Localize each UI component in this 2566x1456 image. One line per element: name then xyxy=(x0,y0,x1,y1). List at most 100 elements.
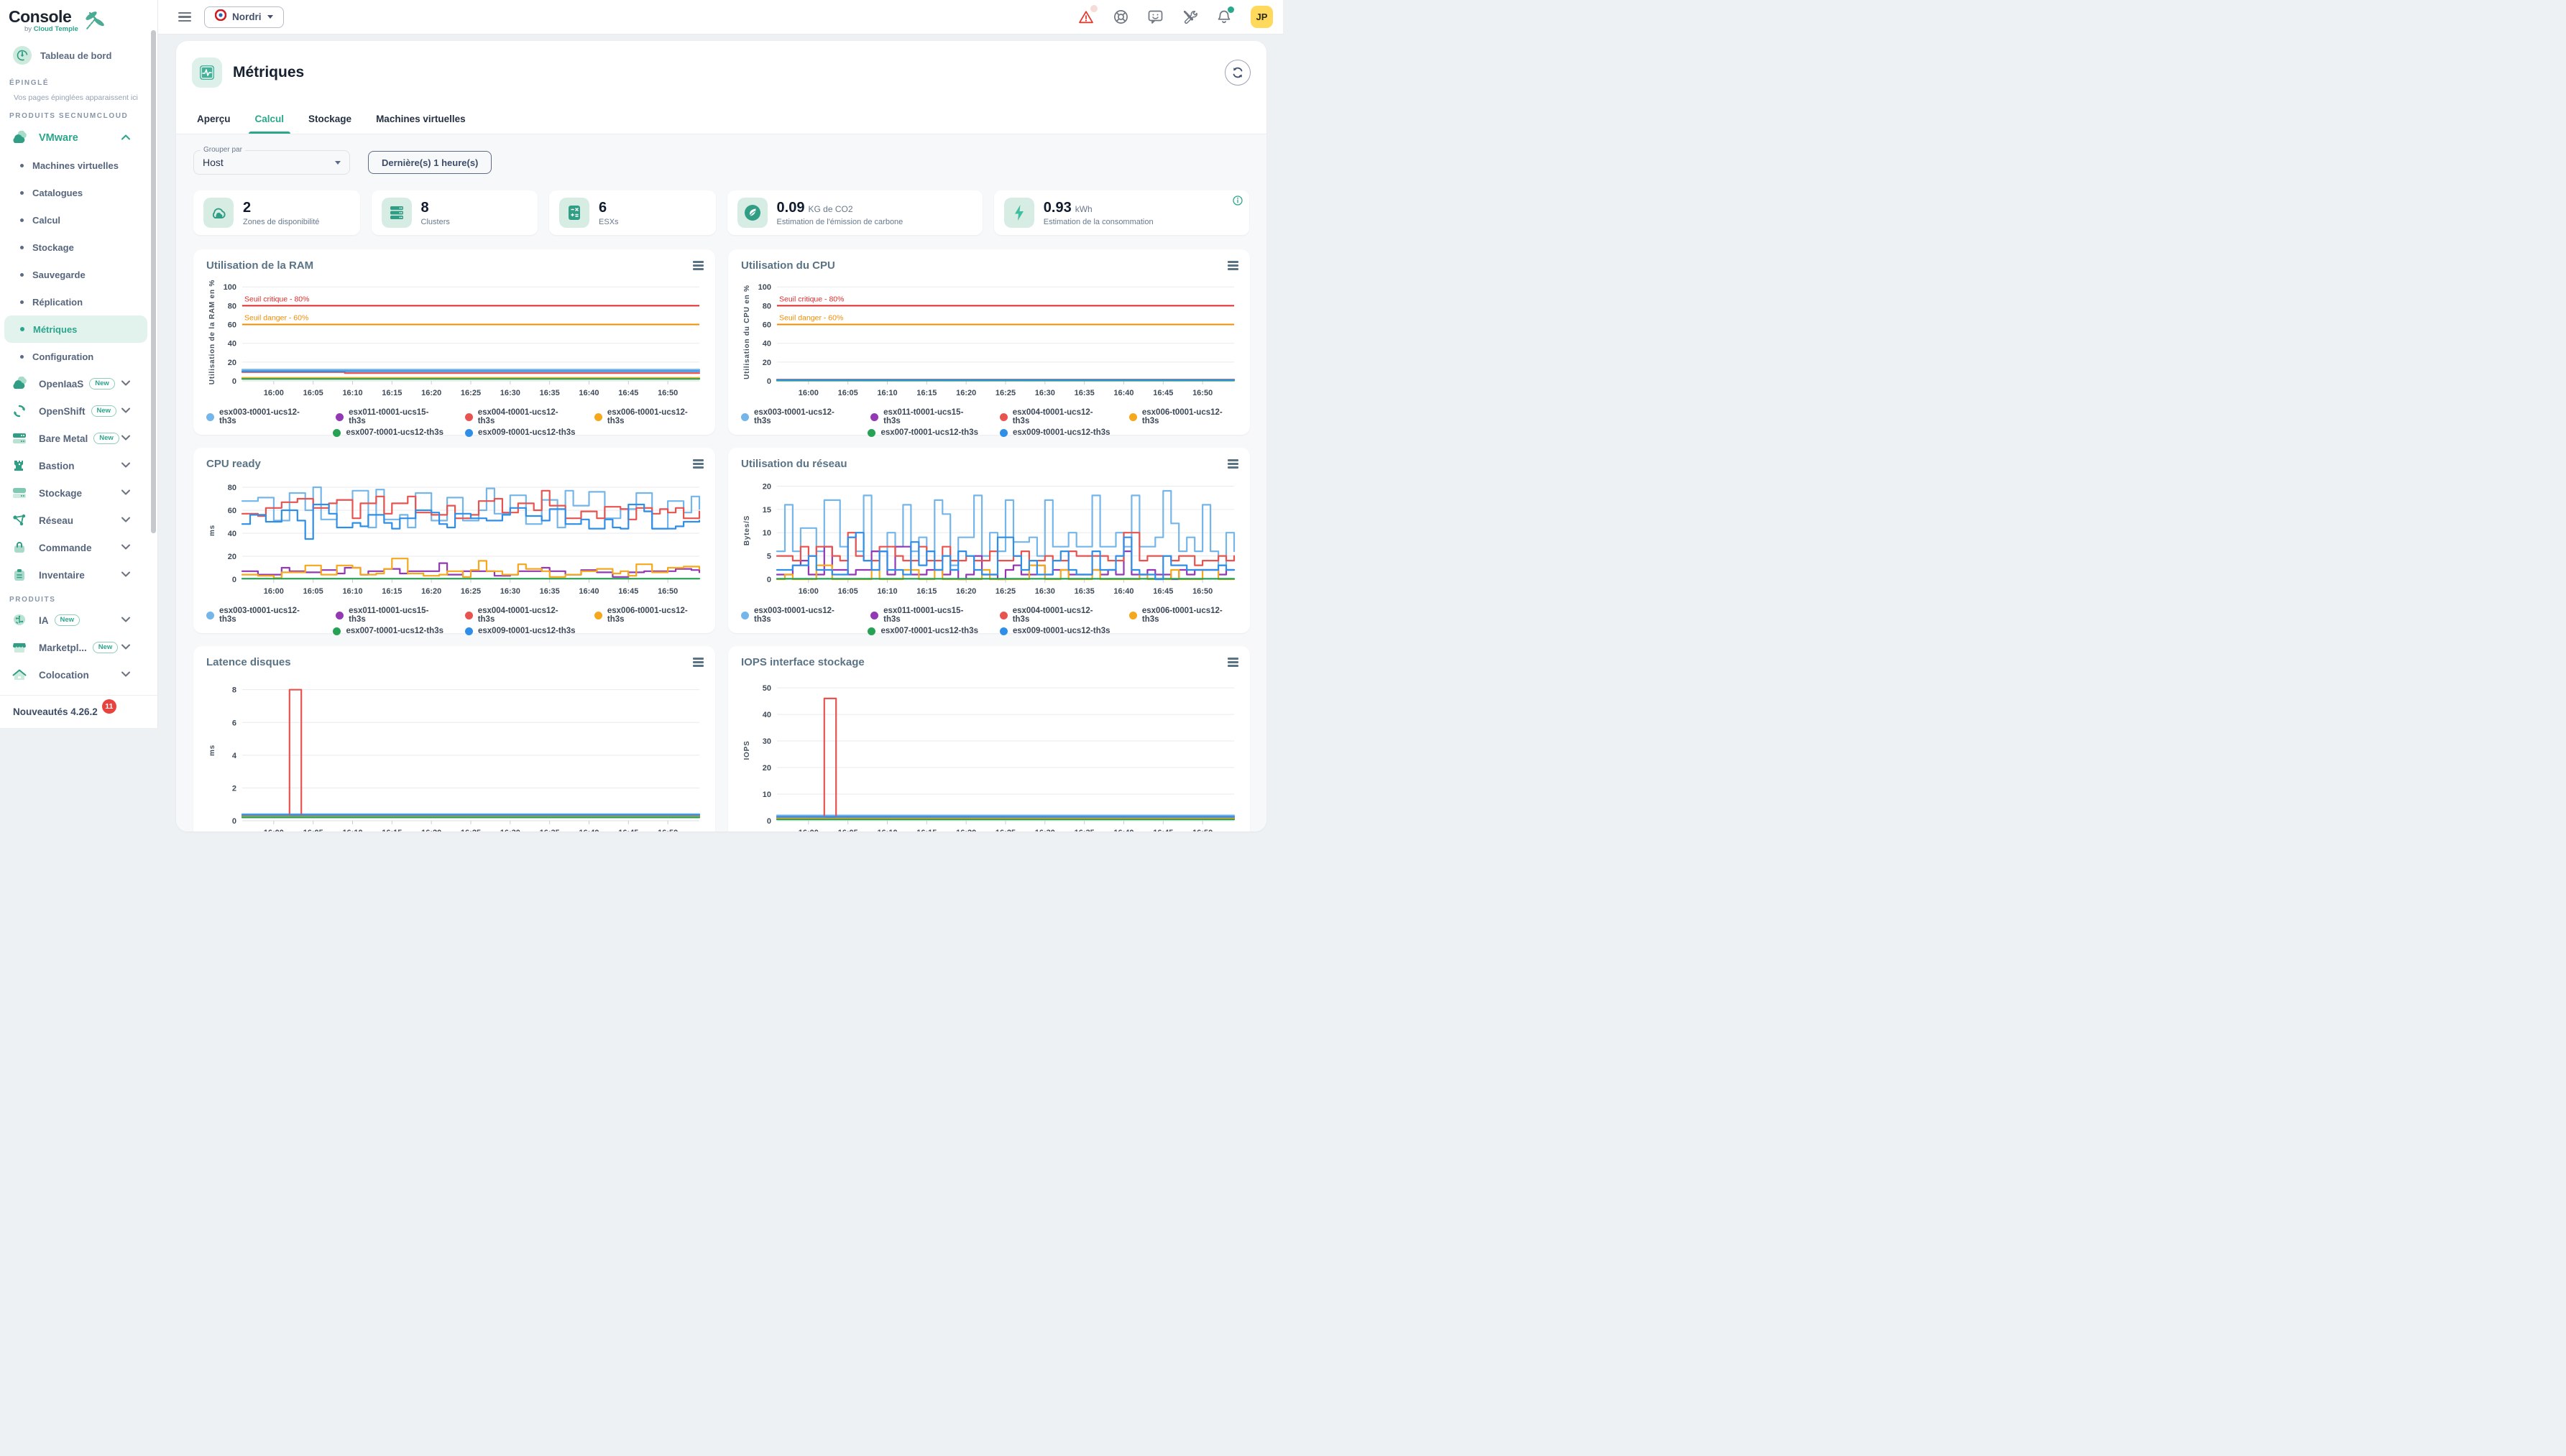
legend-item[interactable]: esx006-t0001-ucs12-th3s xyxy=(1129,607,1237,624)
sidebar-item-sauvegarde[interactable]: Sauvegarde xyxy=(4,261,147,288)
legend-item[interactable]: esx009-t0001-ucs12-th3s xyxy=(465,428,576,437)
refresh-button[interactable] xyxy=(1225,60,1251,86)
sidebar-scrollbar[interactable] xyxy=(151,30,156,533)
legend-dot xyxy=(1129,612,1137,619)
feedback-smiley-icon[interactable] xyxy=(1147,9,1163,25)
legend-item[interactable]: esx003-t0001-ucs12-th3s xyxy=(741,607,849,624)
sidebar-group-stockage[interactable]: Stockage xyxy=(0,479,157,507)
sidebar-group-openshift[interactable]: OpenShift New xyxy=(0,397,157,425)
chart-cpu-usage: Utilisation du CPU02040608010016:0016:05… xyxy=(728,249,1250,435)
chart-menu-icon[interactable] xyxy=(1228,658,1238,667)
sidebar-item-replication[interactable]: Réplication xyxy=(4,288,147,315)
legend-item[interactable]: esx011-t0001-ucs15-th3s xyxy=(336,408,443,425)
sidebar-item-machines-virtuelles[interactable]: Machines virtuelles xyxy=(4,152,147,179)
svg-text:16:15: 16:15 xyxy=(916,587,937,596)
chart-title: IOPS interface stockage xyxy=(741,656,1237,668)
legend-item[interactable]: esx004-t0001-ucs12-th3s xyxy=(465,408,573,425)
alerts-warning-icon[interactable] xyxy=(1078,9,1094,25)
tab-calcul[interactable]: Calcul xyxy=(243,104,297,134)
legend-item[interactable]: esx006-t0001-ucs12-th3s xyxy=(594,607,702,624)
svg-text:16:35: 16:35 xyxy=(540,389,560,397)
chart-menu-icon[interactable] xyxy=(1228,261,1238,270)
svg-text:8: 8 xyxy=(232,686,236,695)
sidebar-item-calcul[interactable]: Calcul xyxy=(4,206,147,234)
secnumcloud-section-header: PRODUITS SECNUMCLOUD xyxy=(0,112,157,120)
whats-new-link[interactable]: Nouveautés 4.26.2 11 xyxy=(0,695,157,728)
time-range-button[interactable]: Dernière(s) 1 heure(s) xyxy=(368,151,492,174)
user-avatar[interactable]: JP xyxy=(1251,6,1273,28)
notification-dot xyxy=(1228,6,1234,13)
legend-item[interactable]: esx004-t0001-ucs12-th3s xyxy=(1000,408,1108,425)
sidebar-group-openiaas[interactable]: OpenIaaS New xyxy=(0,370,157,397)
tab-stockage[interactable]: Stockage xyxy=(296,104,364,134)
legend-item[interactable]: esx006-t0001-ucs12-th3s xyxy=(594,408,702,425)
svg-text:20: 20 xyxy=(228,553,236,561)
sidebar-group-bastion[interactable]: Bastion xyxy=(0,452,157,479)
legend-item[interactable]: esx009-t0001-ucs12-th3s xyxy=(1000,627,1110,635)
chevron-down-icon xyxy=(121,617,129,624)
stat-unit: kWh xyxy=(1075,204,1093,214)
sidebar-group-marketplace[interactable]: Marketpl... New xyxy=(0,634,157,661)
svg-text:16:35: 16:35 xyxy=(1075,829,1095,831)
legend-item[interactable]: esx009-t0001-ucs12-th3s xyxy=(1000,428,1110,437)
svg-text:16:10: 16:10 xyxy=(342,587,362,596)
sidebar-group-inventaire[interactable]: Inventaire xyxy=(0,561,157,589)
server-stack-icon xyxy=(10,430,29,447)
svg-text:40: 40 xyxy=(228,340,236,349)
svg-text:16:40: 16:40 xyxy=(579,587,599,596)
chart-title: CPU ready xyxy=(206,458,702,470)
svg-text:ms: ms xyxy=(208,525,216,536)
sidebar-item-configuration[interactable]: Configuration xyxy=(4,343,147,370)
legend-series-name: esx004-t0001-ucs12-th3s xyxy=(478,607,573,624)
legend-item[interactable]: esx011-t0001-ucs15-th3s xyxy=(336,607,443,624)
group-by-select[interactable]: Grouper par Host xyxy=(193,150,350,175)
legend-item[interactable]: esx007-t0001-ucs12-th3s xyxy=(333,428,443,437)
notifications-bell-icon[interactable] xyxy=(1216,9,1232,25)
sidebar-item-dashboard[interactable]: Tableau de bord xyxy=(4,42,150,69)
svg-text:40: 40 xyxy=(763,340,771,349)
legend-dot xyxy=(870,612,878,619)
svg-text:16:15: 16:15 xyxy=(916,389,937,397)
legend-item[interactable]: esx011-t0001-ucs15-th3s xyxy=(870,408,978,425)
chart-menu-icon[interactable] xyxy=(1228,459,1238,469)
legend-item[interactable]: esx006-t0001-ucs12-th3s xyxy=(1129,408,1237,425)
svg-text:16:25: 16:25 xyxy=(461,587,481,596)
legend-item[interactable]: esx007-t0001-ucs12-th3s xyxy=(868,428,978,437)
legend-item[interactable]: esx007-t0001-ucs12-th3s xyxy=(868,627,978,635)
legend-series-name: esx004-t0001-ucs12-th3s xyxy=(478,408,573,425)
support-lifebuoy-icon[interactable] xyxy=(1113,9,1128,25)
legend-dot xyxy=(333,627,341,635)
svg-text:16:00: 16:00 xyxy=(264,829,284,831)
sidebar-item-stockage[interactable]: Stockage xyxy=(4,234,147,261)
tab-machines-virtuelles[interactable]: Machines virtuelles xyxy=(364,104,478,134)
legend-item[interactable]: esx004-t0001-ucs12-th3s xyxy=(465,607,573,624)
legend-item[interactable]: esx004-t0001-ucs12-th3s xyxy=(1000,607,1108,624)
legend-item[interactable]: esx003-t0001-ucs12-th3s xyxy=(206,607,314,624)
sidebar-group-vmware[interactable]: VMware xyxy=(0,124,157,152)
tab-apercu[interactable]: Aperçu xyxy=(185,104,243,134)
sidebar-group-commande[interactable]: Commande xyxy=(0,534,157,561)
sidebar-group-reseau[interactable]: Réseau xyxy=(0,507,157,534)
legend-item[interactable]: esx003-t0001-ucs12-th3s xyxy=(741,408,849,425)
chart-menu-icon[interactable] xyxy=(693,261,704,270)
bullet-icon xyxy=(20,218,24,222)
sidebar-group-ia[interactable]: IA New xyxy=(0,607,157,634)
info-icon[interactable] xyxy=(1233,195,1243,209)
tools-icon[interactable] xyxy=(1182,9,1197,25)
sidebar-item-metriques[interactable]: Métriques xyxy=(4,315,147,343)
legend-item[interactable]: esx011-t0001-ucs15-th3s xyxy=(870,607,978,624)
chart-menu-icon[interactable] xyxy=(693,658,704,667)
app-logo[interactable]: Console by Cloud Temple xyxy=(0,0,157,34)
svg-text:16:25: 16:25 xyxy=(995,587,1016,596)
sidebar-item-catalogues[interactable]: Catalogues xyxy=(4,179,147,206)
hamburger-menu-icon[interactable] xyxy=(178,12,191,22)
legend-item[interactable]: esx009-t0001-ucs12-th3s xyxy=(465,627,576,635)
legend-item[interactable]: esx003-t0001-ucs12-th3s xyxy=(206,408,314,425)
tenant-selector[interactable]: Nordri xyxy=(204,6,284,28)
legend-item[interactable]: esx007-t0001-ucs12-th3s xyxy=(333,627,443,635)
sidebar-group-bare-metal[interactable]: Bare Metal New xyxy=(0,425,157,452)
chart-canvas: 0102030405016:0016:0516:1016:1516:2016:2… xyxy=(741,674,1237,831)
logo-byline: by Cloud Temple xyxy=(24,26,78,33)
sidebar-group-colocation[interactable]: Colocation xyxy=(0,661,157,688)
chart-menu-icon[interactable] xyxy=(693,459,704,469)
